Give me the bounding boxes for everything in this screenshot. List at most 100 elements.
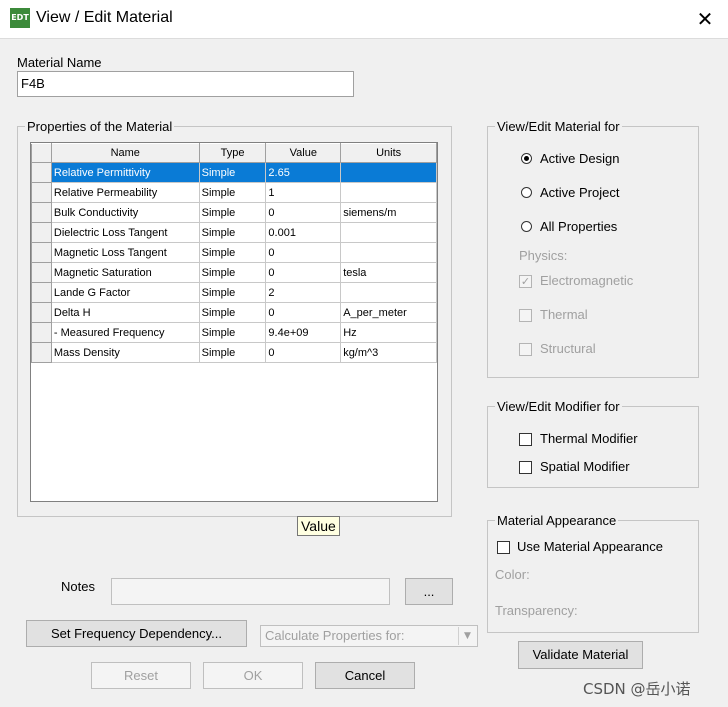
cell-type[interactable]: Simple (198, 202, 267, 223)
transparency-label: Transparency: (495, 603, 578, 618)
notes-field[interactable] (111, 578, 390, 605)
cell-units[interactable]: kg/m^3 (340, 342, 437, 363)
column-header-name[interactable]: Name (50, 143, 200, 163)
all-properties-radio[interactable] (521, 221, 532, 232)
cell-name[interactable]: Relative Permeability (50, 182, 200, 203)
view-edit-modifier-for-label: View/Edit Modifier for (495, 399, 622, 414)
table-row[interactable]: Delta H Simple 0 A_per_meter (31, 302, 437, 323)
table-row[interactable]: Magnetic Loss Tangent Simple 0 (31, 242, 437, 263)
cell-name[interactable]: Dielectric Loss Tangent (50, 222, 200, 243)
cell-value[interactable]: 9.4e+09 (265, 322, 342, 343)
table-header-row: Name Type Value Units (31, 143, 437, 163)
cell-value[interactable]: 0 (265, 342, 342, 363)
cell-name[interactable]: Delta H (50, 302, 200, 323)
cell-type[interactable]: Simple (198, 242, 267, 263)
cell-value[interactable]: 0 (265, 262, 342, 283)
table-row[interactable]: Lande G Factor Simple 2 (31, 282, 437, 303)
notes-label: Notes (61, 579, 95, 594)
row-header[interactable] (31, 322, 52, 343)
table-row[interactable]: Mass Density Simple 0 kg/m^3 (31, 342, 437, 363)
electromagnetic-checkbox[interactable]: ✓ (519, 275, 532, 288)
cell-name[interactable]: Relative Permittivity (50, 162, 200, 183)
column-header-units[interactable]: Units (340, 143, 437, 163)
cell-value[interactable]: 0 (265, 302, 342, 323)
cell-units[interactable] (340, 282, 437, 303)
cell-type[interactable]: Simple (198, 222, 267, 243)
active-project-radio[interactable] (521, 187, 532, 198)
physics-label: Physics: (519, 248, 568, 263)
row-header[interactable] (31, 302, 52, 323)
set-frequency-dependency-button[interactable]: Set Frequency Dependency... (26, 620, 247, 647)
cell-value[interactable]: 0.001 (265, 222, 342, 243)
cell-name[interactable]: Magnetic Saturation (50, 262, 200, 283)
ok-button[interactable]: OK (203, 662, 303, 689)
thermal-checkbox[interactable] (519, 309, 532, 322)
material-name-input[interactable]: F4B (17, 71, 354, 97)
table-row[interactable]: Dielectric Loss Tangent Simple 0.001 (31, 222, 437, 243)
reset-button[interactable]: Reset (91, 662, 191, 689)
table-row[interactable]: Bulk Conductivity Simple 0 siemens/m (31, 202, 437, 223)
row-header[interactable] (31, 342, 52, 363)
cell-units[interactable] (340, 182, 437, 203)
cell-value[interactable]: 2.65 (265, 162, 342, 183)
cell-type[interactable]: Simple (198, 322, 267, 343)
cell-value[interactable]: 0 (265, 242, 342, 263)
properties-grid[interactable]: Name Type Value Units Relative Permittiv… (30, 142, 438, 502)
cell-type[interactable]: Simple (198, 342, 267, 363)
cell-value[interactable]: 1 (265, 182, 342, 203)
column-header-type[interactable]: Type (198, 143, 267, 163)
cell-type[interactable]: Simple (198, 262, 267, 283)
color-label: Color: (495, 567, 530, 582)
use-material-appearance-label[interactable]: Use Material Appearance (517, 539, 663, 554)
cell-value[interactable]: 2 (265, 282, 342, 303)
cell-value[interactable]: 0 (265, 202, 342, 223)
all-properties-label[interactable]: All Properties (540, 219, 617, 234)
row-header[interactable] (31, 282, 52, 303)
use-material-appearance-checkbox[interactable] (497, 541, 510, 554)
cell-name[interactable]: Mass Density (50, 342, 200, 363)
validate-material-button[interactable]: Validate Material (518, 641, 643, 669)
structural-checkbox[interactable] (519, 343, 532, 356)
active-design-radio[interactable] (521, 153, 532, 164)
table-row[interactable]: Relative Permeability Simple 1 (31, 182, 437, 203)
close-button[interactable]: ✕ (690, 4, 720, 34)
active-project-label[interactable]: Active Project (540, 185, 619, 200)
spatial-modifier-label[interactable]: Spatial Modifier (540, 459, 630, 474)
row-header[interactable] (31, 242, 52, 263)
properties-table: Name Type Value Units Relative Permittiv… (31, 143, 437, 363)
table-row[interactable]: Magnetic Saturation Simple 0 tesla (31, 262, 437, 283)
thermal-modifier-label[interactable]: Thermal Modifier (540, 431, 638, 446)
cell-name[interactable]: Lande G Factor (50, 282, 200, 303)
calculate-properties-text: Calculate Properties for: (265, 628, 405, 643)
row-header[interactable] (31, 222, 52, 243)
notes-browse-button[interactable]: ... (405, 578, 453, 605)
cell-type[interactable]: Simple (198, 282, 267, 303)
cell-units[interactable] (340, 162, 437, 183)
active-design-label[interactable]: Active Design (540, 151, 619, 166)
table-row[interactable]: - Measured Frequency Simple 9.4e+09 Hz (31, 322, 437, 343)
cell-type[interactable]: Simple (198, 302, 267, 323)
cell-units[interactable]: tesla (340, 262, 437, 283)
watermark: CSDN @岳小诺 (583, 680, 691, 698)
thermal-modifier-checkbox[interactable] (519, 433, 532, 446)
row-header[interactable] (31, 162, 52, 183)
row-header[interactable] (31, 182, 52, 203)
cell-name[interactable]: - Measured Frequency (50, 322, 200, 343)
cell-type[interactable]: Simple (198, 162, 267, 183)
calculate-properties-dropdown[interactable]: Calculate Properties for: ▼ (260, 625, 478, 647)
cancel-button[interactable]: Cancel (315, 662, 415, 689)
cell-units[interactable]: siemens/m (340, 202, 437, 223)
cell-units[interactable] (340, 222, 437, 243)
spatial-modifier-checkbox[interactable] (519, 461, 532, 474)
row-header[interactable] (31, 262, 52, 283)
row-header[interactable] (31, 202, 52, 223)
cell-units[interactable]: Hz (340, 322, 437, 343)
cell-units[interactable]: A_per_meter (340, 302, 437, 323)
thermal-label: Thermal (540, 307, 588, 322)
cell-units[interactable] (340, 242, 437, 263)
table-row[interactable]: Relative Permittivity Simple 2.65 (31, 162, 437, 183)
cell-name[interactable]: Bulk Conductivity (50, 202, 200, 223)
cell-type[interactable]: Simple (198, 182, 267, 203)
column-header-value[interactable]: Value (265, 143, 342, 163)
cell-name[interactable]: Magnetic Loss Tangent (50, 242, 200, 263)
